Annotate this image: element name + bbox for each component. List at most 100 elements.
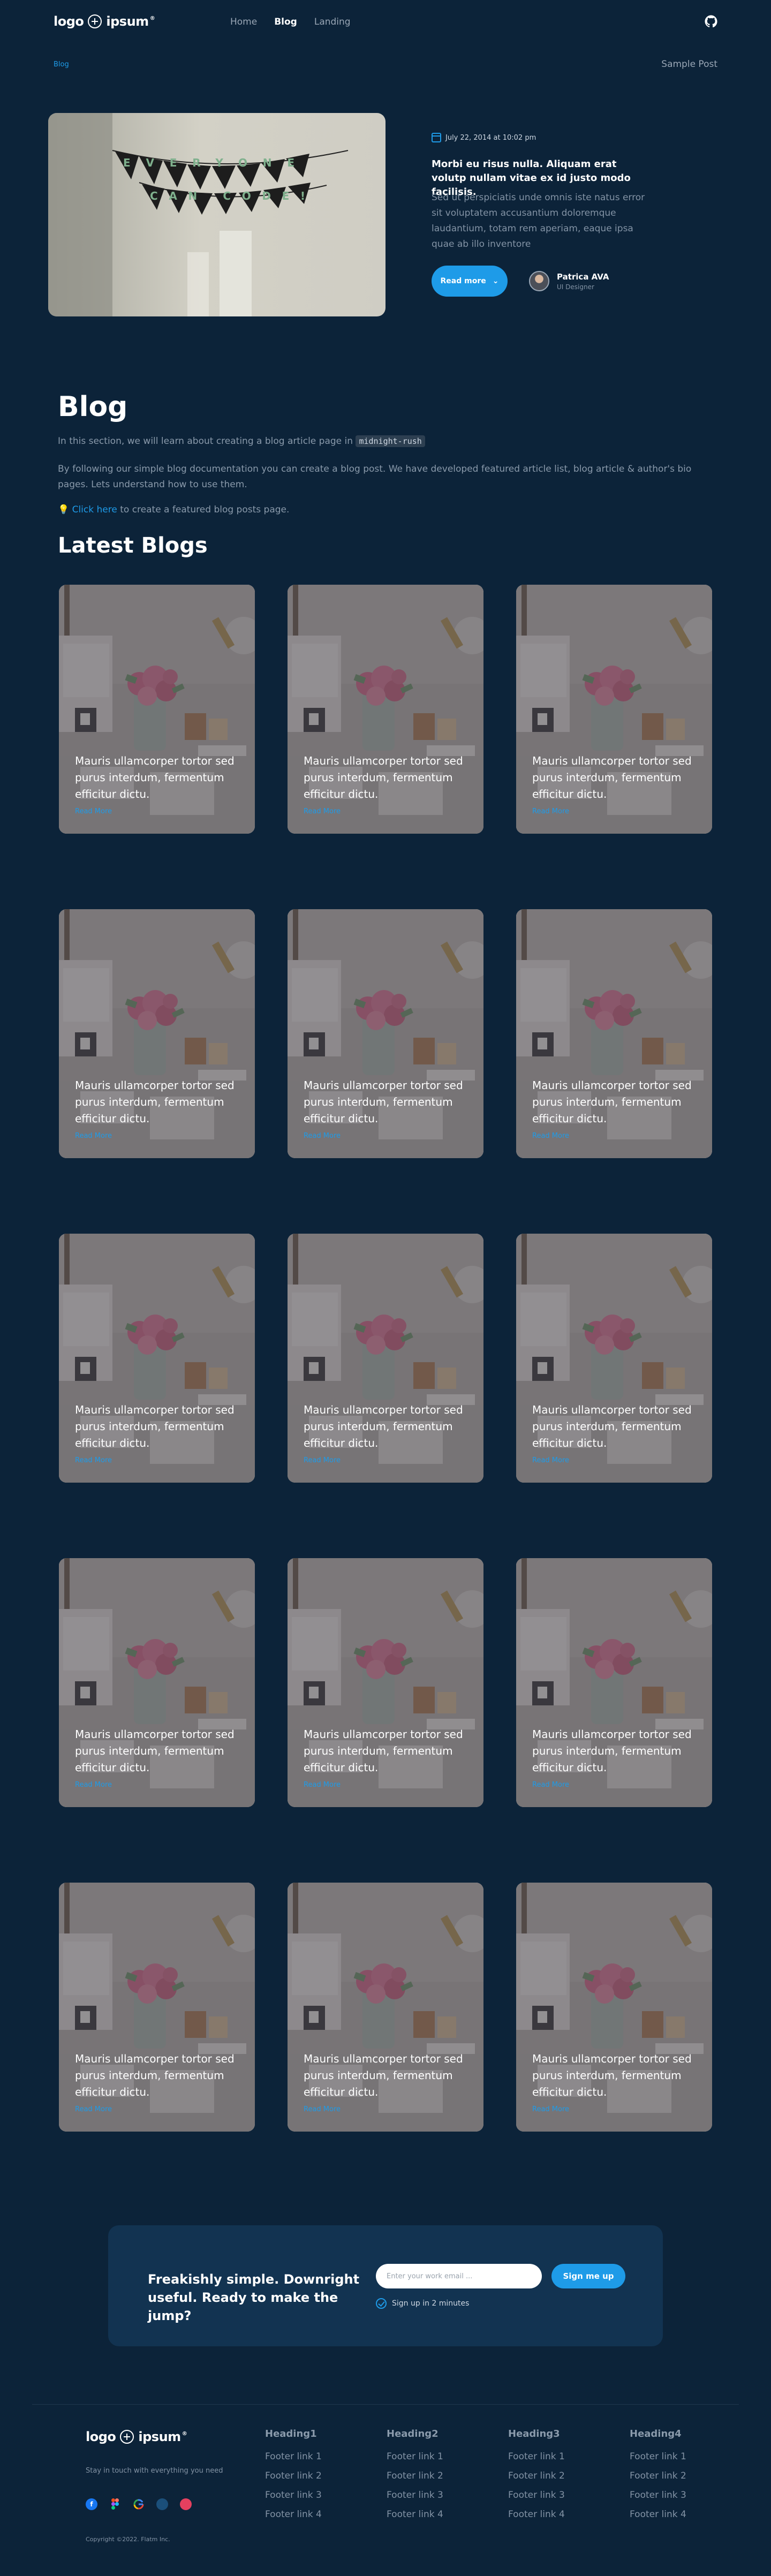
footer-logo[interactable]: logo ipsum ® — [86, 2429, 187, 2444]
signup-note: Sign up in 2 minutes — [376, 2298, 469, 2309]
blog-card-read-more-link[interactable]: Read More — [532, 807, 569, 815]
footer-link[interactable]: Footer link 3 — [630, 2486, 686, 2505]
sign-me-up-button[interactable]: Sign me up — [551, 2264, 625, 2288]
footer-link[interactable]: Footer link 4 — [387, 2505, 443, 2524]
footer-column-3: Heading3 Footer link 1 Footer link 2 Foo… — [508, 2428, 565, 2524]
footer-link[interactable]: Footer link 4 — [265, 2505, 322, 2524]
footer-link[interactable]: Footer link 4 — [630, 2505, 686, 2524]
footer-link[interactable]: Footer link 3 — [508, 2486, 565, 2505]
footer-link[interactable]: Footer link 2 — [630, 2466, 686, 2486]
blog-card-read-more-link[interactable]: Read More — [304, 1456, 341, 1464]
blog-card[interactable]: Mauris ullamcorper tortor sed purus inte… — [288, 1558, 483, 1807]
click-here-link[interactable]: Click here — [72, 504, 117, 515]
nav-home[interactable]: Home — [230, 17, 257, 27]
blog-card-read-more-link[interactable]: Read More — [75, 1456, 112, 1464]
dribbble-icon[interactable] — [156, 2498, 168, 2510]
blog-card[interactable]: Mauris ullamcorper tortor sed purus inte… — [288, 909, 483, 1158]
footer-heading: Heading3 — [508, 2428, 560, 2439]
blog-card[interactable]: Mauris ullamcorper tortor sed purus inte… — [59, 585, 255, 834]
subscribe-title: Freakishly simple. Downright useful. Rea… — [148, 2272, 360, 2323]
footer-link[interactable]: Footer link 3 — [387, 2486, 443, 2505]
blog-card-read-more-link[interactable]: Read More — [532, 1781, 569, 1789]
logo-mark-icon — [120, 2430, 134, 2444]
blog-card[interactable]: Mauris ullamcorper tortor sed purus inte… — [516, 909, 712, 1158]
blog-card-read-more-link[interactable]: Read More — [532, 2105, 569, 2113]
breadcrumb-sample-post: Sample Post — [661, 59, 717, 70]
footer-heading: Heading1 — [265, 2428, 317, 2439]
footer-logo-text: logo — [86, 2429, 116, 2444]
blog-card[interactable]: Mauris ullamcorper tortor sed purus inte… — [59, 1558, 255, 1807]
blog-card-read-more-link[interactable]: Read More — [75, 807, 112, 815]
footer-column-2: Heading2 Footer link 1 Footer link 2 Foo… — [387, 2428, 443, 2524]
footer-heading: Heading2 — [387, 2428, 439, 2439]
blog-card-read-more-link[interactable]: Read More — [532, 1132, 569, 1140]
blog-card-read-more-link[interactable]: Read More — [304, 807, 341, 815]
blog-card[interactable]: Mauris ullamcorper tortor sed purus inte… — [59, 909, 255, 1158]
breadcrumb-blog[interactable]: Blog — [54, 61, 69, 69]
blog-card-read-more-link[interactable]: Read More — [304, 2105, 341, 2113]
blog-card[interactable]: Mauris ullamcorper tortor sed purus inte… — [288, 585, 483, 834]
figma-icon[interactable] — [109, 2498, 121, 2510]
hero-date: July 22, 2014 at 10:02 pm — [432, 133, 536, 142]
hero-banner-line2: CAN CODE! — [150, 190, 305, 202]
social-links: f — [86, 2498, 192, 2510]
blog-card[interactable]: Mauris ullamcorper tortor sed purus inte… — [516, 1558, 712, 1807]
footer-column-1: Heading1 Footer link 1 Footer link 2 Foo… — [265, 2428, 322, 2524]
email-field[interactable] — [376, 2264, 542, 2288]
blog-card[interactable]: Mauris ullamcorper tortor sed purus inte… — [288, 1234, 483, 1483]
nav-landing[interactable]: Landing — [314, 17, 351, 27]
blog-card-text: Mauris ullamcorper tortor sed purus inte… — [304, 1079, 463, 1125]
blog-card[interactable]: Mauris ullamcorper tortor sed purus inte… — [516, 1883, 712, 2132]
blog-card-text: Mauris ullamcorper tortor sed purus inte… — [75, 2052, 235, 2098]
blog-card-text: Mauris ullamcorper tortor sed purus inte… — [532, 1403, 692, 1449]
blog-card[interactable]: Mauris ullamcorper tortor sed purus inte… — [288, 1883, 483, 2132]
blog-card[interactable]: Mauris ullamcorper tortor sed purus inte… — [516, 585, 712, 834]
footer-link[interactable]: Footer link 1 — [265, 2447, 322, 2466]
blog-card-text: Mauris ullamcorper tortor sed purus inte… — [75, 1079, 235, 1125]
blog-card-text: Mauris ullamcorper tortor sed purus inte… — [532, 1079, 692, 1125]
site-header: logo ipsum ® Home Blog Landing — [0, 0, 771, 45]
blog-card-read-more-link[interactable]: Read More — [75, 1781, 112, 1789]
blog-card-read-more-link[interactable]: Read More — [304, 1132, 341, 1140]
blog-card-text: Mauris ullamcorper tortor sed purus inte… — [75, 1403, 235, 1449]
blog-card-text: Mauris ullamcorper tortor sed purus inte… — [304, 2052, 463, 2098]
copyright: Copyright ©2022. Flatm Inc. — [86, 2536, 170, 2543]
github-icon[interactable] — [705, 15, 717, 28]
blog-card-read-more-link[interactable]: Read More — [532, 1456, 569, 1464]
blog-card-read-more-link[interactable]: Read More — [75, 1132, 112, 1140]
blog-card[interactable]: Mauris ullamcorper tortor sed purus inte… — [59, 1883, 255, 2132]
logo-trademark: ® — [149, 15, 155, 21]
blog-card[interactable]: Mauris ullamcorper tortor sed purus inte… — [59, 1234, 255, 1483]
logo-mark-icon — [88, 14, 102, 28]
blog-intro-3: 💡 Click here to create a featured blog p… — [58, 504, 289, 515]
footer-link[interactable]: Footer link 1 — [387, 2447, 443, 2466]
footer-link[interactable]: Footer link 2 — [265, 2466, 322, 2486]
intro-1-text: In this section, we will learn about cre… — [58, 436, 353, 447]
author-role: UI Designer — [557, 283, 594, 291]
blog-intro-1: In this section, we will learn about cre… — [58, 435, 425, 447]
footer-logo-trademark: ® — [182, 2430, 187, 2437]
read-more-button[interactable]: Read more ⌄ — [432, 266, 508, 297]
subscribe-section: Freakishly simple. Downright useful. Rea… — [108, 2225, 663, 2346]
blog-card[interactable]: Mauris ullamcorper tortor sed purus inte… — [516, 1234, 712, 1483]
footer-link[interactable]: Footer link 4 — [508, 2505, 565, 2524]
logo-suffix: ipsum — [106, 14, 149, 29]
footer-tagline: Stay in touch with everything you need — [86, 2467, 223, 2475]
footer-link[interactable]: Footer link 1 — [630, 2447, 686, 2466]
google-icon[interactable] — [133, 2498, 145, 2510]
nav-blog[interactable]: Blog — [274, 17, 297, 27]
facebook-icon[interactable]: f — [86, 2498, 97, 2510]
footer-link[interactable]: Footer link 2 — [387, 2466, 443, 2486]
footer-heading: Heading4 — [630, 2428, 682, 2439]
blog-card-text: Mauris ullamcorper tortor sed purus inte… — [532, 2052, 692, 2098]
check-circle-icon — [376, 2298, 387, 2309]
footer-link[interactable]: Footer link 3 — [265, 2486, 322, 2505]
footer-link[interactable]: Footer link 2 — [508, 2466, 565, 2486]
blog-card-read-more-link[interactable]: Read More — [75, 2105, 112, 2113]
instagram-icon[interactable] — [180, 2498, 192, 2510]
blog-card-text: Mauris ullamcorper tortor sed purus inte… — [532, 754, 692, 800]
blog-card-read-more-link[interactable]: Read More — [304, 1781, 341, 1789]
footer-link[interactable]: Footer link 1 — [508, 2447, 565, 2466]
author-card[interactable]: Patrica AVA UI Designer — [529, 271, 609, 291]
site-logo[interactable]: logo ipsum ® — [54, 14, 155, 29]
